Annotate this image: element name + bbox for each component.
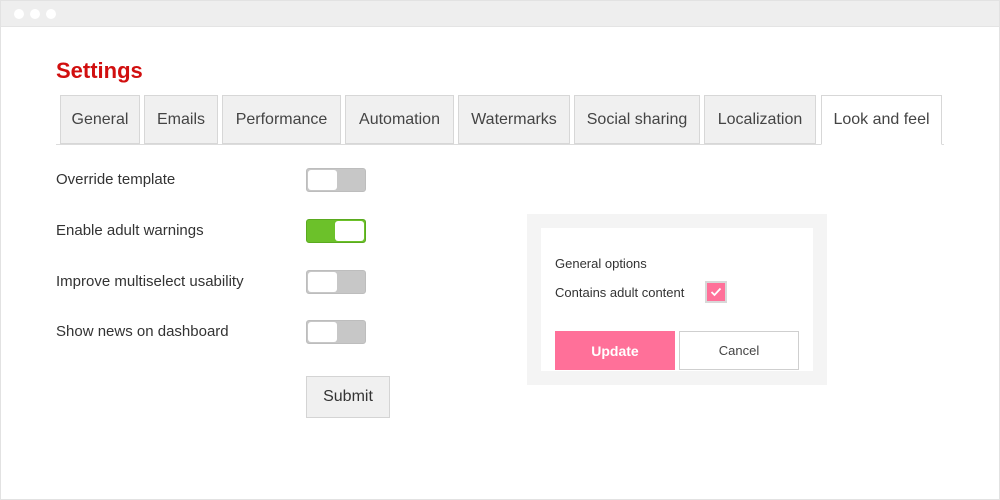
adult-content-label: Contains adult content bbox=[555, 285, 685, 300]
tab-performance[interactable]: Performance bbox=[222, 95, 341, 144]
tab-watermarks[interactable]: Watermarks bbox=[458, 95, 570, 144]
tab-look-and-feel[interactable]: Look and feel bbox=[821, 95, 942, 145]
general-options-panel: General options Contains adult content U… bbox=[527, 214, 827, 385]
submit-button[interactable]: Submit bbox=[306, 376, 390, 418]
toggle-knob bbox=[308, 170, 337, 190]
override-template-toggle[interactable] bbox=[306, 168, 366, 192]
tab-general[interactable]: General bbox=[60, 95, 140, 144]
browser-window: Settings General Emails Performance Auto… bbox=[0, 0, 1000, 500]
show-news-label: Show news on dashboard bbox=[56, 323, 229, 340]
window-dot-icon bbox=[14, 9, 24, 19]
window-dot-icon bbox=[46, 9, 56, 19]
toggle-knob bbox=[335, 221, 364, 241]
toggle-knob bbox=[308, 322, 337, 342]
show-news-toggle[interactable] bbox=[306, 320, 366, 344]
page-title: Settings bbox=[56, 58, 143, 83]
toggle-knob bbox=[308, 272, 337, 292]
general-options-card: General options Contains adult content U… bbox=[541, 228, 813, 371]
window-dot-icon bbox=[30, 9, 40, 19]
tab-emails[interactable]: Emails bbox=[144, 95, 218, 144]
adult-content-checkbox[interactable] bbox=[705, 281, 727, 303]
tab-social-sharing[interactable]: Social sharing bbox=[574, 95, 700, 144]
settings-tabs: General Emails Performance Automation Wa… bbox=[56, 95, 944, 145]
improve-multiselect-toggle[interactable] bbox=[306, 270, 366, 294]
tab-automation[interactable]: Automation bbox=[345, 95, 454, 144]
improve-multiselect-label: Improve multiselect usability bbox=[56, 273, 244, 290]
override-template-label: Override template bbox=[56, 171, 176, 188]
cancel-button[interactable]: Cancel bbox=[679, 331, 799, 370]
update-button[interactable]: Update bbox=[555, 331, 675, 370]
panel-heading: General options bbox=[555, 256, 647, 271]
window-titlebar bbox=[1, 1, 999, 27]
enable-adult-warnings-label: Enable adult warnings bbox=[56, 222, 204, 239]
tab-localization[interactable]: Localization bbox=[704, 95, 816, 144]
enable-adult-warnings-toggle[interactable] bbox=[306, 219, 366, 243]
checkmark-icon bbox=[710, 287, 722, 297]
